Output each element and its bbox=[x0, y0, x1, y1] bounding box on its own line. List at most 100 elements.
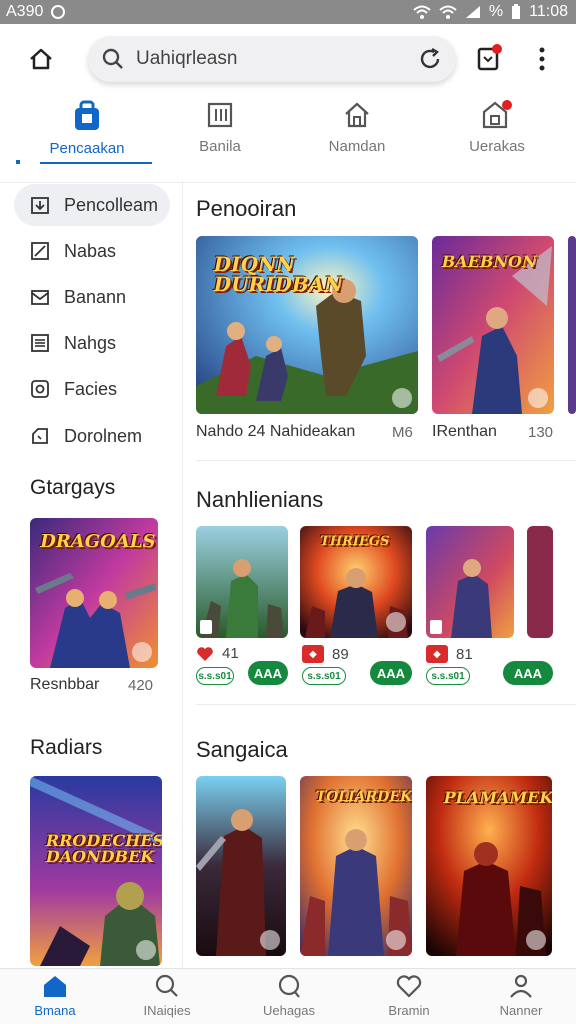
bottom-navigation: Bmana INaiqies Uehagas Bramin Nanner bbox=[0, 968, 576, 1024]
game-card[interactable]: TOLIARDEK bbox=[300, 776, 412, 956]
book-icon bbox=[207, 102, 233, 128]
tab-banila[interactable]: Banila bbox=[155, 100, 285, 172]
game-card[interactable] bbox=[196, 776, 286, 956]
game-card[interactable]: DRAGOALS bbox=[30, 518, 158, 668]
heart-icon bbox=[396, 975, 422, 998]
status-left-text: A390 bbox=[6, 3, 44, 20]
status-bar: A390 % 11:08 bbox=[0, 0, 576, 24]
more-icon[interactable] bbox=[386, 612, 406, 632]
rating-badge-icon: ◆ bbox=[302, 645, 324, 663]
featured-game-card[interactable]: BAEBNON bbox=[432, 236, 554, 414]
game-card-peek[interactable] bbox=[527, 526, 553, 638]
tab-label: Pencaakan bbox=[49, 140, 125, 157]
tab-indicator-tick bbox=[16, 160, 20, 164]
featured-game-card[interactable]: DIQNN DURIDBAN bbox=[196, 236, 418, 414]
age-rating-icon bbox=[430, 620, 442, 634]
home-button[interactable] bbox=[24, 44, 58, 74]
rating-value: 81 bbox=[456, 645, 473, 663]
header-divider bbox=[0, 182, 576, 183]
game-card[interactable]: PLAMAMEK bbox=[426, 776, 552, 956]
age-rating-icon bbox=[200, 620, 212, 634]
nav-label: INaiqies bbox=[143, 1003, 191, 1018]
nav-label: Bmana bbox=[34, 1003, 76, 1018]
chat-icon bbox=[278, 974, 300, 998]
battery-label: % bbox=[488, 3, 504, 20]
wifi-icon-2 bbox=[439, 5, 457, 19]
nav-item-bramin[interactable]: Bramin bbox=[354, 973, 464, 1023]
game-logo: DRAGOALS bbox=[40, 531, 156, 552]
get-button[interactable]: AAA bbox=[370, 661, 412, 685]
search-input[interactable]: Uahiqrleasn bbox=[136, 48, 418, 70]
tab-namdan[interactable]: Namdan bbox=[292, 100, 422, 172]
game-logo: BAEBNON bbox=[441, 251, 537, 271]
camera-icon bbox=[31, 380, 49, 398]
mail-icon bbox=[31, 290, 49, 305]
nav-item-nanner[interactable]: Nanner bbox=[466, 973, 576, 1023]
tab-label: Uerakas bbox=[469, 138, 525, 155]
download-icon bbox=[31, 197, 49, 214]
rating-badge-icon: ◆ bbox=[426, 645, 448, 663]
game-logo: RRODECHES DAONDBEK bbox=[45, 831, 162, 866]
more-menu-button[interactable] bbox=[530, 44, 554, 74]
nav-item-bmana[interactable]: Bmana bbox=[0, 973, 110, 1023]
price-tag: s.s.s01 bbox=[196, 667, 234, 685]
profile-icon bbox=[510, 974, 532, 998]
game-card[interactable]: RRODECHES DAONDBEK bbox=[30, 776, 162, 966]
more-icon[interactable] bbox=[392, 388, 412, 408]
more-icon[interactable] bbox=[386, 930, 406, 950]
section-divider bbox=[196, 460, 576, 461]
bag-icon bbox=[75, 100, 99, 130]
sidebar-item-label: Nabas bbox=[64, 240, 117, 261]
rating-value: 89 bbox=[332, 645, 349, 663]
rating: 41 bbox=[196, 645, 239, 662]
search-bar[interactable]: Uahiqrleasn bbox=[88, 36, 456, 82]
active-tab-underline bbox=[40, 162, 152, 164]
sidebar-item-pencolleam[interactable]: Pencolleam bbox=[14, 184, 170, 226]
sidebar-item-label: Pencolleam bbox=[64, 194, 159, 215]
search-icon bbox=[102, 48, 123, 69]
more-icon[interactable] bbox=[526, 930, 546, 950]
tab-uerakas[interactable]: Uerakas bbox=[432, 100, 562, 172]
game-card[interactable] bbox=[426, 526, 514, 638]
game-card-peek[interactable] bbox=[568, 236, 576, 414]
game-artwork bbox=[30, 776, 162, 966]
sidebar-item-nahgs[interactable]: Nahgs bbox=[14, 322, 170, 364]
game-card[interactable] bbox=[196, 526, 288, 638]
sidebar-item-banann[interactable]: Banann bbox=[14, 276, 170, 318]
category-tabs: Pencaakan Banila Namdan Uerakas bbox=[0, 100, 576, 172]
section-divider bbox=[196, 704, 576, 705]
sidebar-item-facies[interactable]: Facies bbox=[14, 368, 170, 410]
clock-icon bbox=[32, 428, 48, 444]
game-card[interactable]: THRIEGS bbox=[300, 526, 412, 638]
nav-label: Nanner bbox=[499, 1003, 543, 1018]
sidebar-item-nabas[interactable]: Nabas bbox=[14, 230, 170, 272]
nav-item-inaiqies[interactable]: INaiqies bbox=[112, 973, 222, 1023]
game-count: 420 bbox=[128, 677, 154, 694]
get-button[interactable]: AAA bbox=[248, 661, 288, 685]
edit-icon bbox=[31, 242, 49, 260]
more-icon[interactable] bbox=[132, 642, 152, 662]
sidebar-item-dorolnem[interactable]: Dorolnem bbox=[14, 415, 170, 457]
game-logo: PLAMAMEK bbox=[443, 788, 552, 808]
more-icon[interactable] bbox=[260, 930, 280, 950]
wifi-icon bbox=[413, 5, 431, 19]
more-icon[interactable] bbox=[136, 940, 156, 960]
battery-icon bbox=[512, 4, 521, 19]
more-icon[interactable] bbox=[528, 388, 548, 408]
game-logo: TOLIARDEK bbox=[315, 789, 412, 806]
section-title: Penooiran bbox=[196, 196, 297, 221]
game-logo: DIQNN DURIDBAN bbox=[213, 251, 343, 296]
sidebar-section-title: Gtargays bbox=[30, 476, 116, 499]
list-icon bbox=[31, 334, 49, 352]
sidebar-item-label: Nahgs bbox=[64, 332, 117, 353]
nav-item-uehagas[interactable]: Uehagas bbox=[234, 973, 344, 1023]
search-icon bbox=[155, 974, 178, 997]
tab-label: Banila bbox=[199, 138, 241, 155]
notifications-button[interactable] bbox=[474, 42, 504, 74]
notification-icon bbox=[51, 5, 66, 19]
game-title: IRenthan bbox=[432, 423, 497, 440]
refresh-icon[interactable] bbox=[418, 47, 442, 71]
get-button[interactable]: AAA bbox=[503, 661, 553, 685]
sidebar-section-title: Radiars bbox=[30, 736, 103, 759]
home-icon bbox=[30, 48, 52, 70]
